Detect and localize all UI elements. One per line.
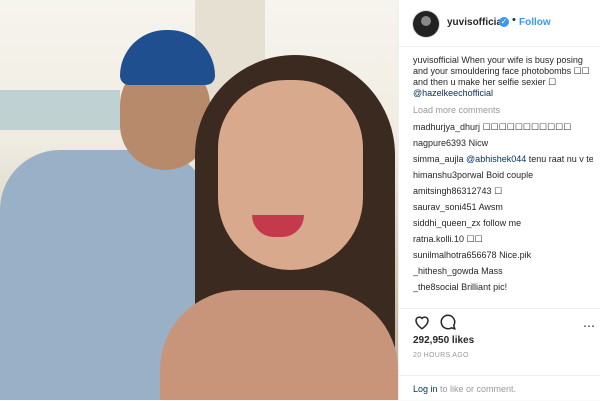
- comment-username[interactable]: nagpure6393: [413, 138, 466, 148]
- comment-row: himanshu3porwal Boid couple: [413, 170, 593, 186]
- caption-mention[interactable]: @hazelkeechofficial: [413, 88, 493, 98]
- comment-text: tenu raat nu v teeek nai ....: [528, 154, 593, 164]
- comment-username[interactable]: simma_aujla: [413, 154, 464, 164]
- follow-button[interactable]: Follow: [519, 17, 551, 28]
- comment-row: ratna.kolli.10 ☐☐: [413, 234, 593, 250]
- comment-text: ☐☐☐☐☐☐☐☐☐☐☐: [482, 122, 572, 132]
- comment-row: _the8social Brilliant pic!: [413, 282, 593, 298]
- verified-badge-icon: ✓: [499, 17, 509, 27]
- comment-username[interactable]: siddhi_queen_zx: [413, 218, 481, 228]
- comment-row: saurav_soni451 Awsm: [413, 202, 593, 218]
- comment-text: Nicw: [468, 138, 489, 148]
- comment-mention[interactable]: @abhishek044: [466, 154, 526, 164]
- separator-dot: •: [512, 14, 516, 26]
- comments-list[interactable]: yuvisofficial When your wife is busy pos…: [413, 55, 593, 307]
- more-options-icon[interactable]: ⋯: [583, 319, 595, 333]
- comment-row: nagpure6393 Nicw: [413, 138, 593, 154]
- post-actions: 292,950 likes 20 HOURS AGO Log in to lik…: [399, 308, 600, 401]
- comment-username[interactable]: himanshu3porwal: [413, 170, 484, 180]
- login-link[interactable]: Log in: [413, 384, 438, 394]
- post-sidebar: yuvisofficial ✓ • Follow yuvisofficial W…: [398, 0, 600, 400]
- comment-row: simma_aujla @abhishek044 tenu raat nu v …: [413, 154, 593, 170]
- comment-row: _hithesh_gowda Mass: [413, 266, 593, 282]
- comment-text: Nice.pik: [499, 250, 532, 260]
- post-timestamp: 20 HOURS AGO: [413, 352, 469, 359]
- comment-rows: madhurjya_dhurj ☐☐☐☐☐☐☐☐☐☐☐ nagpure6393 N…: [413, 122, 593, 298]
- comment-username[interactable]: _the8social: [413, 282, 459, 292]
- header-username[interactable]: yuvisofficial: [447, 17, 505, 28]
- comment-username[interactable]: amitsingh86312743: [413, 186, 492, 196]
- comment-row: sunilmalhotra656678 Nice.pik: [413, 250, 593, 266]
- comment-row: siddhi_queen_zx follow me: [413, 218, 593, 234]
- comment-text: Brilliant pic!: [461, 282, 508, 292]
- comment-text: Boid couple: [486, 170, 534, 180]
- comment-text: ☐☐: [466, 234, 483, 244]
- post-photo[interactable]: [0, 0, 398, 400]
- comment-row: madhurjya_dhurj ☐☐☐☐☐☐☐☐☐☐☐: [413, 122, 593, 138]
- comment-username[interactable]: _hithesh_gowda: [413, 266, 479, 276]
- login-prompt-text: to like or comment.: [437, 384, 517, 394]
- avatar[interactable]: [413, 11, 439, 37]
- caption-username[interactable]: yuvisofficial: [413, 55, 459, 65]
- pool-background: [0, 90, 120, 130]
- comment-username[interactable]: madhurjya_dhurj: [413, 122, 480, 132]
- heart-icon[interactable]: [413, 313, 431, 331]
- likes-count[interactable]: 292,950 likes: [413, 335, 474, 346]
- comment-text: follow me: [483, 218, 522, 228]
- comment-row: amitsingh86312743 ☐: [413, 186, 593, 202]
- comment-text: Mass: [481, 266, 503, 276]
- comment-text: Awsm: [478, 202, 503, 212]
- instagram-post: yuvisofficial ✓ • Follow yuvisofficial W…: [0, 0, 600, 400]
- post-header: yuvisofficial ✓ • Follow: [399, 0, 600, 47]
- comment-icon[interactable]: [439, 313, 457, 331]
- comment-text: ☐: [494, 186, 503, 196]
- load-more-comments-button[interactable]: Load more comments: [413, 105, 593, 116]
- login-prompt: Log in to like or comment.: [399, 375, 600, 394]
- woman-shoulders: [160, 290, 398, 400]
- comment-username[interactable]: sunilmalhotra656678: [413, 250, 497, 260]
- caption: yuvisofficial When your wife is busy pos…: [413, 55, 593, 99]
- comment-username[interactable]: ratna.kolli.10: [413, 234, 464, 244]
- comment-username[interactable]: saurav_soni451: [413, 202, 477, 212]
- woman-face: [218, 80, 363, 270]
